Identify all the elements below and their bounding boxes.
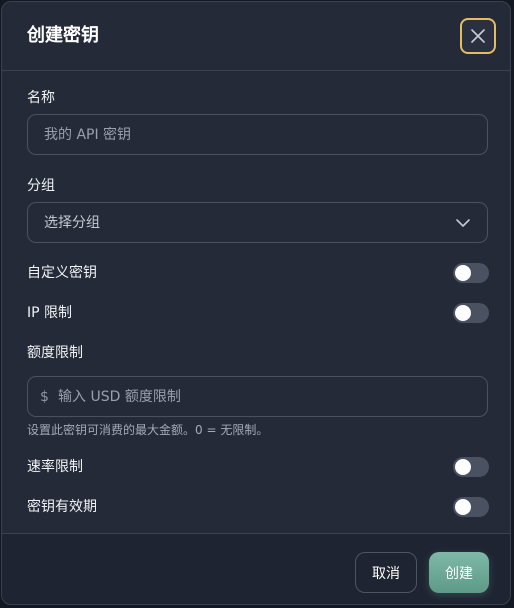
create-button[interactable]: 创建 [429,552,489,593]
close-button[interactable] [460,18,496,54]
dialog-footer: 取消 创建 [2,533,510,604]
custom-key-toggle[interactable] [453,263,489,283]
toggle-knob [455,459,471,475]
create-key-dialog: 创建密钥 名称 分组 选择分组 自定义密钥 IP 限制 额度限制 $ 设置此密钥… [1,1,511,605]
dialog-header: 创建密钥 [2,2,510,71]
close-icon [471,29,485,43]
expiry-label: 密钥有效期 [27,499,97,515]
dollar-icon: $ [40,389,49,405]
group-select[interactable]: 选择分组 [27,202,488,243]
expiry-toggle[interactable] [453,497,489,517]
custom-key-label: 自定义密钥 [27,265,97,281]
group-label: 分组 [27,178,55,194]
name-input[interactable] [27,114,488,155]
quota-input[interactable] [58,377,478,416]
rate-limit-label: 速率限制 [27,459,83,475]
chevron-down-icon [456,219,470,227]
quota-help-text: 设置此密钥可消费的最大金额。0 = 无限制。 [27,423,269,437]
name-label: 名称 [27,90,55,106]
group-select-value: 选择分组 [44,215,100,231]
toggle-knob [455,499,471,515]
dialog-title: 创建密钥 [27,25,99,46]
toggle-knob [455,305,471,321]
toggle-knob [455,265,471,281]
ip-limit-toggle[interactable] [453,303,489,323]
cancel-button[interactable]: 取消 [355,552,417,593]
quota-label: 额度限制 [27,345,83,361]
quota-field: $ [27,376,488,417]
rate-limit-toggle[interactable] [453,457,489,477]
ip-limit-label: IP 限制 [27,305,73,321]
